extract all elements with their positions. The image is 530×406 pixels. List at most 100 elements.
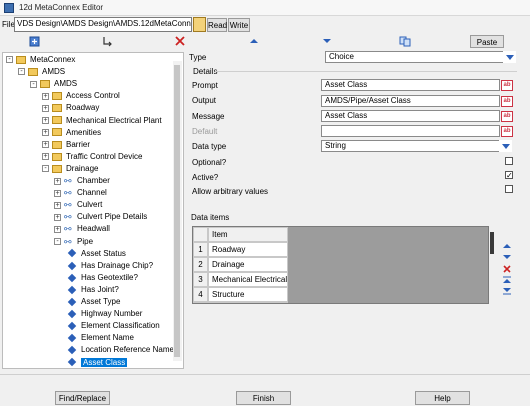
expand-icon[interactable]: + — [54, 213, 61, 221]
tree-item[interactable]: + ⚯ Culvert Pipe Details — [54, 211, 147, 223]
tree-item[interactable]: + Barrier — [42, 139, 90, 151]
prompt-text-icon[interactable]: ab — [501, 80, 513, 91]
help-button[interactable]: Help — [415, 391, 470, 405]
tree-item[interactable]: + Mechanical Electrical Plant — [42, 115, 162, 127]
default-field[interactable] — [321, 125, 500, 137]
attribute-icon — [67, 346, 77, 355]
write-button[interactable]: Write — [228, 18, 250, 32]
move-down-icon[interactable] — [321, 35, 333, 47]
grid-move-bottom-icon[interactable] — [502, 285, 512, 297]
expand-icon[interactable]: + — [54, 201, 61, 209]
read-button[interactable]: Read — [207, 18, 227, 32]
data-items-grid[interactable]: Item 1 Roadway 2 Drainage 3 Mechanical Electri… — [192, 226, 489, 304]
attribute-icon — [67, 333, 77, 343]
active-checkbox[interactable]: ✓ — [505, 171, 513, 180]
folder-icon — [52, 92, 62, 101]
file-path-input[interactable]: VDS Design\AMDS Design\AMDS.12dMetaConne… — [14, 17, 192, 32]
expand-icon[interactable]: + — [42, 104, 49, 112]
datatype-dropdown-icon[interactable] — [499, 140, 512, 152]
attribute-icon — [67, 309, 77, 319]
expand-icon[interactable]: + — [42, 153, 49, 161]
tree-item[interactable]: + ⚯ Culvert — [54, 199, 102, 211]
move-up-icon[interactable] — [248, 35, 260, 47]
tree-item-label: Barrier — [66, 139, 91, 149]
tree-item[interactable]: Element Name — [66, 332, 134, 344]
expand-icon[interactable]: + — [54, 225, 61, 233]
collapse-icon[interactable]: - — [6, 56, 13, 64]
add-node-icon[interactable] — [28, 35, 40, 47]
grid-row-number[interactable]: 3 — [193, 272, 208, 287]
collapse-icon[interactable]: - — [18, 68, 25, 76]
grid-cell-item[interactable]: Mechanical Electrical — [208, 272, 288, 287]
tree-item[interactable]: Has Drainage Chip? — [66, 260, 153, 272]
tree-item[interactable]: - AMDS — [30, 78, 77, 90]
attribute-icon — [67, 358, 77, 367]
tree-item-label: Element Name — [81, 333, 134, 343]
tree-item[interactable]: - ⚯ Pipe — [54, 236, 93, 248]
grid-row-number[interactable]: 5 — [193, 302, 208, 303]
expand-icon[interactable]: + — [42, 92, 49, 100]
paste-button[interactable]: Paste — [470, 35, 504, 48]
grid-cell-item[interactable]: Roadway — [208, 242, 288, 257]
datatype-select[interactable]: String — [321, 140, 500, 152]
grid-cell-item[interactable]: Environmental — [208, 302, 288, 303]
tree-item[interactable]: Location Reference Name — [66, 344, 174, 356]
finish-button[interactable]: Finish — [236, 391, 291, 405]
output-field[interactable]: AMDS/Pipe/Asset Class — [321, 95, 500, 107]
expand-icon[interactable]: + — [42, 128, 49, 136]
prompt-field[interactable]: Asset Class — [321, 79, 500, 91]
tree-item[interactable]: + Access Control — [42, 90, 120, 102]
tree-item[interactable]: + Amenities — [42, 127, 101, 139]
message-text-icon[interactable]: ab — [501, 111, 513, 122]
arbitrary-checkbox[interactable] — [505, 185, 513, 193]
collapse-icon[interactable]: - — [30, 80, 37, 88]
copy-icon[interactable] — [398, 35, 412, 47]
output-text-icon[interactable]: ab — [501, 96, 513, 107]
expand-icon[interactable]: + — [54, 189, 61, 197]
tree-item[interactable]: - Drainage — [42, 163, 98, 175]
expand-icon[interactable]: + — [42, 116, 49, 124]
folder-icon[interactable] — [193, 17, 206, 32]
grid-cell-item[interactable]: Drainage — [208, 257, 288, 272]
expand-icon[interactable]: + — [42, 141, 49, 149]
folder-icon — [16, 55, 26, 64]
message-field[interactable]: Asset Class — [321, 110, 500, 122]
grid-row-number[interactable]: 4 — [193, 287, 208, 302]
tree-item[interactable]: Element Classification — [66, 320, 160, 332]
grid-move-down-icon[interactable] — [502, 251, 512, 263]
tree-item[interactable]: Asset Type — [66, 296, 120, 308]
collapse-icon[interactable]: - — [54, 238, 61, 245]
grid-row-number[interactable]: 2 — [193, 257, 208, 272]
tree-item[interactable]: + ⚯ Headwall — [54, 223, 110, 235]
optional-checkbox[interactable] — [505, 157, 513, 165]
tree-item[interactable]: + Roadway — [42, 102, 99, 114]
tree-item[interactable]: + Traffic Control Device — [42, 151, 142, 163]
expand-icon[interactable]: + — [54, 177, 61, 185]
find-replace-button[interactable]: Find/Replace — [55, 391, 110, 405]
tree-item[interactable]: Has Geotextile? — [66, 272, 138, 284]
insert-child-icon[interactable] — [101, 35, 113, 47]
tree-item[interactable]: Has Joint? — [66, 284, 119, 296]
tree-item-label: Traffic Control Device — [66, 151, 143, 161]
optional-label: Optional? — [192, 158, 227, 167]
tree-scrollbar-thumb[interactable] — [174, 65, 180, 357]
type-select[interactable]: Choice — [325, 51, 504, 63]
tree-item[interactable]: Asset Status — [66, 248, 126, 260]
grid-cell-item[interactable]: Structure — [208, 287, 288, 302]
tree-item[interactable]: Highway Number — [66, 308, 142, 320]
grid-header-item[interactable]: Item — [208, 227, 288, 242]
tree-item[interactable]: + ⚯ Channel — [54, 187, 107, 199]
tree-item[interactable]: Asset Class — [66, 357, 128, 369]
tree-item[interactable]: + ⚯ Chamber — [54, 175, 110, 187]
delete-icon[interactable] — [174, 35, 186, 47]
default-text-icon[interactable]: ab — [501, 126, 513, 137]
link-icon: ⚯ — [64, 176, 72, 186]
type-dropdown-icon[interactable] — [503, 51, 516, 63]
tree-item-label: Chamber — [77, 176, 110, 186]
tree-item[interactable]: - AMDS — [18, 66, 65, 78]
tree-panel[interactable]: - MetaConnex - AMDS - AMDS + Access Control + Roa… — [2, 52, 184, 369]
tree-item[interactable]: - MetaConnex — [6, 54, 75, 66]
grid-row-number[interactable]: 1 — [193, 242, 208, 257]
collapse-icon[interactable]: - — [42, 165, 49, 173]
grid-scrollbar-thumb[interactable] — [490, 232, 494, 254]
